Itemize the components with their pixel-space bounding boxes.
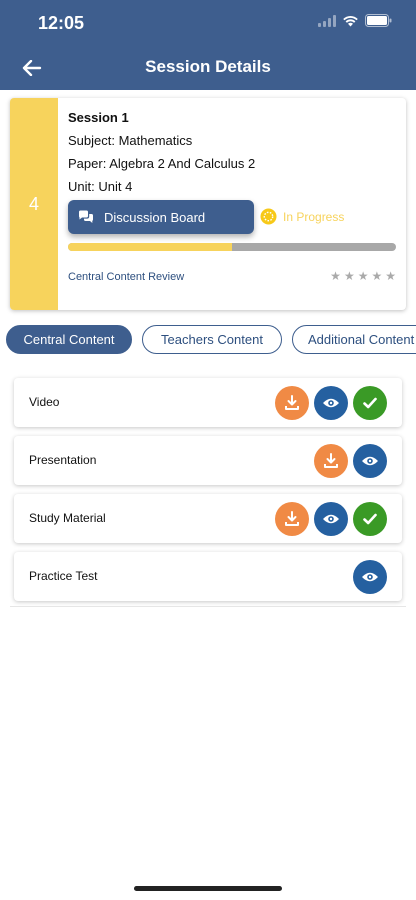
wifi-icon bbox=[342, 14, 359, 27]
rating-stars[interactable]: ★ ★ ★ ★ ★ bbox=[330, 270, 396, 282]
download-button[interactable] bbox=[275, 502, 309, 536]
battery-icon bbox=[365, 14, 392, 27]
download-button[interactable] bbox=[314, 444, 348, 478]
tab-teachers-content[interactable]: Teachers Content bbox=[142, 325, 282, 354]
download-button[interactable] bbox=[275, 386, 309, 420]
discussion-board-label: Discussion Board bbox=[104, 209, 206, 225]
content-item-label: Study Material bbox=[29, 511, 106, 525]
content-item[interactable]: Study Material bbox=[14, 494, 402, 543]
progress-bar bbox=[68, 243, 396, 251]
in-progress-icon bbox=[260, 208, 277, 225]
home-indicator[interactable] bbox=[134, 886, 282, 891]
download-icon bbox=[285, 395, 299, 410]
session-unit: Unit: Unit 4 bbox=[68, 179, 133, 194]
download-icon bbox=[324, 453, 338, 468]
eye-icon bbox=[323, 398, 339, 408]
screen: 12:05 Session Details 4 Session 1 Subjec… bbox=[0, 0, 416, 900]
content-item[interactable]: Practice Test bbox=[14, 552, 402, 601]
download-icon bbox=[285, 511, 299, 526]
signal-icon bbox=[318, 14, 336, 27]
content-item-actions bbox=[314, 444, 387, 478]
view-button[interactable] bbox=[353, 444, 387, 478]
content-item-actions bbox=[275, 386, 387, 420]
completed-button[interactable] bbox=[353, 386, 387, 420]
eye-icon bbox=[362, 572, 378, 582]
content-item[interactable]: Presentation bbox=[14, 436, 402, 485]
tab-additional-content[interactable]: Additional Content bbox=[292, 325, 416, 354]
star-icon[interactable]: ★ bbox=[385, 270, 396, 282]
check-icon bbox=[363, 513, 377, 525]
central-content-review-link[interactable]: Central Content Review bbox=[68, 271, 184, 283]
header: 12:05 Session Details bbox=[0, 0, 416, 90]
progress-bar-fill bbox=[68, 243, 232, 251]
content-list: Video Presentation Study Material Practice … bbox=[14, 378, 402, 610]
content-item-label: Presentation bbox=[29, 453, 97, 467]
session-number: 4 bbox=[10, 98, 58, 310]
star-icon[interactable]: ★ bbox=[371, 270, 382, 282]
status-label: In Progress bbox=[283, 209, 345, 224]
session-name: Session 1 bbox=[68, 110, 129, 125]
content-item[interactable]: Video bbox=[14, 378, 402, 427]
discussion-board-button[interactable]: Discussion Board bbox=[68, 200, 254, 234]
status-icons bbox=[318, 14, 392, 27]
star-icon[interactable]: ★ bbox=[344, 270, 355, 282]
session-paper: Paper: Algebra 2 And Calculus 2 bbox=[68, 156, 256, 171]
content-tabs-viewport: Central Content Teachers Content Additio… bbox=[0, 320, 416, 360]
content-tabs[interactable]: Central Content Teachers Content Additio… bbox=[6, 325, 416, 355]
status-indicator: In Progress bbox=[260, 208, 344, 225]
session-card: 4 Session 1 Subject: Mathematics Paper: … bbox=[10, 98, 406, 310]
star-icon[interactable]: ★ bbox=[358, 270, 369, 282]
content-item-actions bbox=[353, 560, 387, 594]
eye-icon bbox=[323, 514, 339, 524]
check-icon bbox=[363, 397, 377, 409]
page-title: Session Details bbox=[145, 57, 271, 76]
status-time: 12:05 bbox=[38, 13, 85, 33]
tab-central-content[interactable]: Central Content bbox=[6, 325, 132, 354]
view-button[interactable] bbox=[353, 560, 387, 594]
content-item-label: Practice Test bbox=[29, 569, 98, 583]
content-item-label: Video bbox=[29, 395, 60, 409]
list-divider bbox=[10, 606, 406, 607]
session-subject: Subject: Mathematics bbox=[68, 133, 193, 148]
content-item-actions bbox=[275, 502, 387, 536]
completed-button[interactable] bbox=[353, 502, 387, 536]
view-button[interactable] bbox=[314, 502, 348, 536]
star-icon[interactable]: ★ bbox=[330, 270, 341, 282]
chat-bubbles-icon bbox=[79, 210, 93, 223]
view-button[interactable] bbox=[314, 386, 348, 420]
eye-icon bbox=[362, 456, 378, 466]
